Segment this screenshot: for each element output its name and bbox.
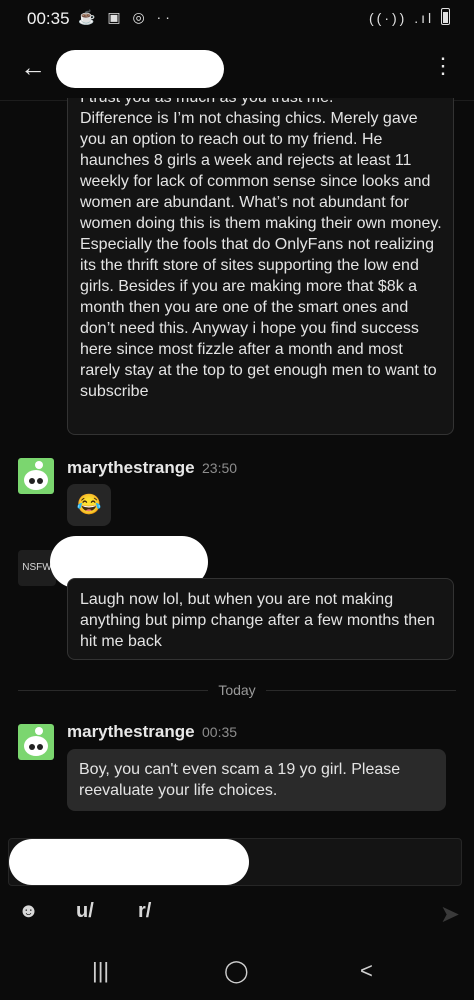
date-divider-label: Today — [208, 682, 266, 698]
avatar[interactable] — [18, 724, 54, 760]
message-bubble: I trust you as much as you trust me. Dif… — [67, 98, 454, 435]
snoo-avatar-icon — [24, 470, 48, 490]
emoji-message: 😂 — [67, 484, 111, 526]
wifi-signal-icon: ((·)) .ıl — [369, 10, 435, 26]
recents-button[interactable]: ||| — [92, 958, 109, 984]
snoo-antenna-icon — [35, 461, 43, 469]
battery-icon — [441, 8, 450, 25]
message-bubble: Boy, you can't even scam a 19 yo girl. P… — [67, 749, 446, 811]
subreddit-mention-button[interactable]: r/ — [138, 900, 151, 923]
message-timestamp: 23:50 — [202, 460, 238, 476]
message-input[interactable] — [8, 838, 462, 886]
status-time: 00:35 — [27, 9, 70, 28]
message-timestamp: 00:35 — [202, 724, 238, 740]
back-arrow-icon[interactable]: ← — [20, 54, 46, 80]
avatar[interactable] — [18, 458, 54, 494]
send-icon[interactable]: ➤ — [440, 900, 460, 929]
redacted-chat-title — [56, 50, 224, 88]
emoji-icon[interactable]: ☻ — [18, 900, 39, 923]
system-navbar: ||| ◯ < — [0, 950, 474, 1000]
message-text: Boy, you can't even scam a 19 yo girl. P… — [79, 761, 401, 799]
user-mention-button[interactable]: u/ — [76, 900, 94, 923]
notification-icons: ☕ ▣ ◎ ·· — [78, 9, 174, 25]
message-username[interactable]: marythestrange — [67, 722, 195, 742]
home-button[interactable]: ◯ — [224, 958, 249, 984]
date-divider: Today — [0, 682, 474, 700]
signal-icons: ((·)) .ıl — [369, 8, 450, 26]
message-bubble: Laugh now lol, but when you are not maki… — [67, 578, 454, 660]
snoo-avatar-icon — [24, 736, 48, 756]
back-button[interactable]: < — [360, 958, 373, 984]
status-bar: 00:35 ☕ ▣ ◎ ·· ((·)) .ıl — [0, 0, 474, 36]
message-text: Laugh now lol, but when you are not maki… — [80, 591, 435, 650]
chat-header: ← ⋮ — [0, 36, 474, 101]
more-options-icon[interactable]: ⋮ — [432, 54, 454, 78]
message-username[interactable]: marythestrange — [67, 458, 195, 478]
snoo-antenna-icon — [35, 727, 43, 735]
redacted-input-text — [9, 839, 249, 885]
message-text: I trust you as much as you trust me. Dif… — [80, 98, 442, 400]
